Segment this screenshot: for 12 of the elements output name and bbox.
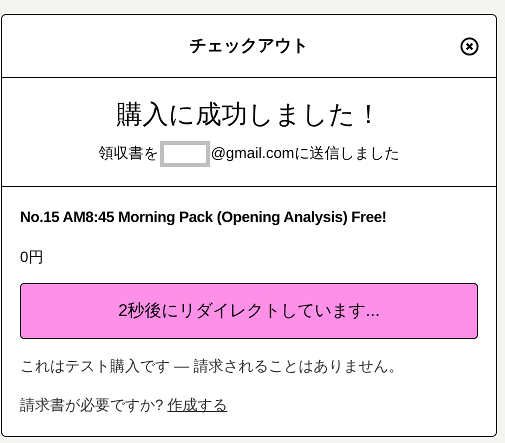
redirect-button[interactable]: 2秒後にリダイレクトしています... xyxy=(20,283,478,339)
product-name: No.15 AM8:45 Morning Pack (Opening Analysis) Free! xyxy=(20,208,388,228)
test-notice: これはテスト購入です — 請求されることはありません。 xyxy=(20,357,404,377)
product-price: 0円 xyxy=(20,248,44,268)
invoice-question: 請求書が必要ですか? xyxy=(20,396,164,416)
receipt-text: @gmail.comに送信しました xyxy=(210,144,400,164)
close-icon[interactable] xyxy=(460,37,479,56)
success-heading: 購入に成功しました！ xyxy=(116,98,382,131)
receipt-text: 領収書を xyxy=(98,144,159,164)
create-invoice-link[interactable]: 作成する xyxy=(167,394,228,417)
redaction-box xyxy=(160,141,210,167)
dialog-title: チェックアウト xyxy=(190,35,308,58)
